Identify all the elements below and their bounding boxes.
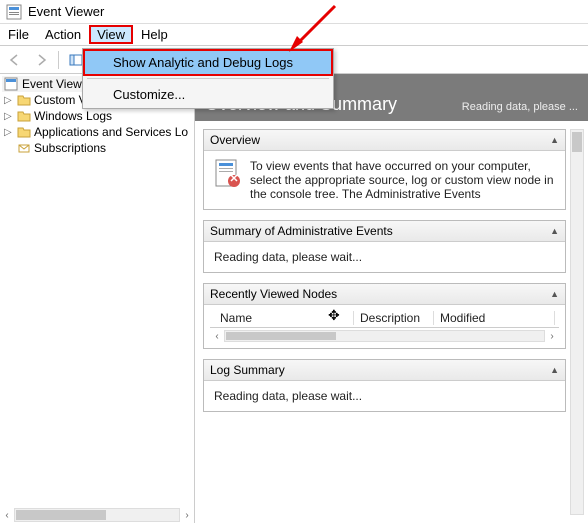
panel-overview: Overview ▲ To view events that have occu… xyxy=(203,129,566,210)
view-menu-dropdown: Show Analytic and Debug Logs Customize..… xyxy=(82,48,334,109)
col-description[interactable]: Description xyxy=(354,311,434,325)
menu-action[interactable]: Action xyxy=(37,25,89,44)
panel-overview-body: To view events that have occurred on you… xyxy=(204,151,565,209)
folder-icon xyxy=(17,125,31,139)
panel-title: Recently Viewed Nodes xyxy=(210,287,337,301)
console-tree: Event Viewer ▷ Custom Views ▷ Windows Lo… xyxy=(0,74,195,523)
panel-title: Summary of Administrative Events xyxy=(210,224,393,238)
main-body: Overview ▲ To view events that have occu… xyxy=(195,121,588,523)
move-cursor-icon: ✥ xyxy=(328,307,340,324)
content-area: Event Viewer ▷ Custom Views ▷ Windows Lo… xyxy=(0,74,588,523)
scroll-left-arrow[interactable]: ‹ xyxy=(0,510,14,521)
overview-text: To view events that have occurred on you… xyxy=(250,159,555,201)
panels-column: Overview ▲ To view events that have occu… xyxy=(203,129,566,515)
expand-icon[interactable]: ▷ xyxy=(4,95,14,106)
overview-icon xyxy=(214,159,240,189)
scroll-right-arrow[interactable]: › xyxy=(180,510,194,521)
tree-item-label: Subscriptions xyxy=(34,141,106,155)
main-pane: Overview and Summary Reading data, pleas… xyxy=(195,74,588,523)
event-viewer-icon xyxy=(4,77,18,91)
summary-text: Reading data, please wait... xyxy=(214,250,362,264)
panel-summary: Summary of Administrative Events ▲ Readi… xyxy=(203,220,566,273)
tree-item-applications-services[interactable]: ▷ Applications and Services Lo xyxy=(2,124,192,140)
panel-recent-header[interactable]: Recently Viewed Nodes ▲ xyxy=(204,284,565,305)
logsum-text: Reading data, please wait... xyxy=(214,389,362,403)
scroll-thumb[interactable] xyxy=(572,132,582,152)
toolbar-separator xyxy=(58,51,59,69)
panel-title: Log Summary xyxy=(210,363,285,377)
menu-separator xyxy=(87,78,329,79)
tree-item-subscriptions[interactable]: Subscriptions xyxy=(2,140,192,156)
expand-icon[interactable]: ▷ xyxy=(4,127,14,138)
app-icon xyxy=(6,4,22,20)
back-button[interactable] xyxy=(4,49,26,71)
scroll-track[interactable] xyxy=(224,330,545,342)
panel-summary-body: Reading data, please wait... xyxy=(204,242,565,272)
panel-summary-header[interactable]: Summary of Administrative Events ▲ xyxy=(204,221,565,242)
menu-view[interactable]: View xyxy=(89,25,133,44)
collapse-icon[interactable]: ▲ xyxy=(550,289,559,299)
scroll-thumb[interactable] xyxy=(16,510,106,520)
panel-log-summary-header[interactable]: Log Summary ▲ xyxy=(204,360,565,381)
collapse-icon[interactable]: ▲ xyxy=(550,135,559,145)
main-v-scrollbar[interactable] xyxy=(570,129,584,515)
col-modified[interactable]: Modified xyxy=(434,311,555,325)
scroll-track[interactable] xyxy=(14,508,180,522)
recent-columns: Name Description Modified ✥ xyxy=(210,309,559,328)
tree-item-label: Windows Logs xyxy=(34,109,112,123)
tree-item-windows-logs[interactable]: ▷ Windows Logs xyxy=(2,108,192,124)
menu-file[interactable]: File xyxy=(0,25,37,44)
annotation-arrow xyxy=(285,2,345,54)
folder-icon xyxy=(17,109,31,123)
tree-item-label: Applications and Services Lo xyxy=(34,125,188,139)
scroll-thumb[interactable] xyxy=(226,332,336,340)
panel-recent-body: Name Description Modified ✥ ‹ › xyxy=(204,305,565,348)
panel-title: Overview xyxy=(210,133,260,147)
collapse-icon[interactable]: ▲ xyxy=(550,226,559,236)
status-text: Reading data, please ... xyxy=(462,101,578,113)
panel-log-summary: Log Summary ▲ Reading data, please wait.… xyxy=(203,359,566,412)
scroll-left-arrow[interactable]: ‹ xyxy=(210,331,224,342)
menu-help[interactable]: Help xyxy=(133,25,176,44)
panel-recent: Recently Viewed Nodes ▲ Name Description… xyxy=(203,283,566,349)
expand-icon[interactable]: ▷ xyxy=(4,111,14,122)
forward-button[interactable] xyxy=(30,49,52,71)
window-title: Event Viewer xyxy=(28,4,104,19)
recent-h-scrollbar[interactable]: ‹ › xyxy=(210,328,559,344)
tree-h-scrollbar[interactable]: ‹ › xyxy=(0,507,194,523)
panel-overview-header[interactable]: Overview ▲ xyxy=(204,130,565,151)
subscriptions-icon xyxy=(17,141,31,155)
menu-customize[interactable]: Customize... xyxy=(83,81,333,108)
folder-icon xyxy=(17,93,31,107)
scroll-right-arrow[interactable]: › xyxy=(545,331,559,342)
panel-log-summary-body: Reading data, please wait... xyxy=(204,381,565,411)
collapse-icon[interactable]: ▲ xyxy=(550,365,559,375)
